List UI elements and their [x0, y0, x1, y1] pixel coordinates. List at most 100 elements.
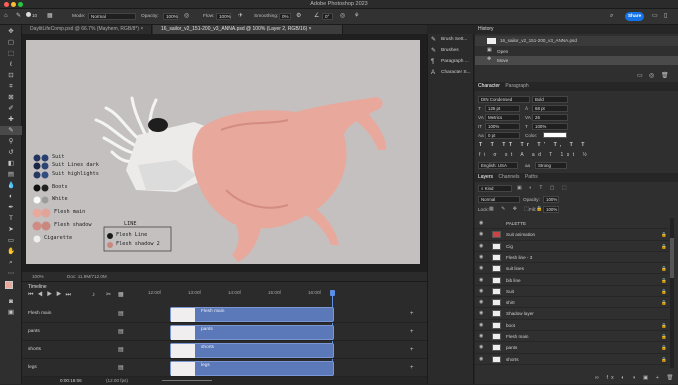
playback-controls[interactable]: ⏮◀▶▶⏭ — [28, 292, 75, 299]
visibility-eye-icon[interactable]: ◉ — [479, 275, 483, 286]
tab-paragraph[interactable]: Paragraph — [505, 83, 528, 89]
brush-tool-icon[interactable]: ✎ — [16, 13, 21, 19]
layer-filter-icons[interactable]: ▣ ◐ T ▢ ⬚ — [517, 185, 570, 191]
add-media-icon[interactable]: + — [410, 311, 414, 317]
layers-scrollbar[interactable] — [670, 218, 674, 368]
more-tools-icon[interactable]: ⋯ — [0, 269, 22, 278]
history-brush-tool-icon[interactable]: ↺ — [0, 148, 22, 157]
tracking-input[interactable]: 26 — [532, 114, 568, 121]
clip-shorts[interactable]: shorts — [170, 343, 334, 358]
track-menu-icon[interactable]: ▤ — [118, 347, 124, 353]
history-header[interactable]: History — [475, 25, 678, 34]
split-icon[interactable]: ✂ — [106, 292, 111, 298]
foreground-color-swatch[interactable] — [5, 281, 13, 289]
brush-size-preset[interactable]: 10 — [26, 12, 37, 18]
lock-icons[interactable]: ▦ ✎ ✥ ⬚ 🔒 — [489, 206, 546, 212]
layer-row[interactable]: ◉ shorts 🔒 — [475, 354, 669, 365]
opacity-input[interactable]: 100% — [163, 13, 178, 20]
clip-flesh-main[interactable]: Flesh main — [170, 307, 334, 322]
shape-tool-icon[interactable]: ▭ — [0, 236, 22, 245]
language-select[interactable]: English: USA — [478, 162, 518, 169]
layer-row[interactable]: ◉ Suit 🔒 — [475, 286, 669, 298]
fill-input[interactable]: 100% — [543, 206, 559, 213]
layer-row[interactable]: ◉ boot 🔒 — [475, 320, 669, 331]
layer-actions[interactable]: ∞ fx ◐ ◑ ▣ + 🗑 — [595, 375, 676, 381]
object-select-tool-icon[interactable]: ⊡ — [0, 71, 22, 80]
blur-tool-icon[interactable]: 💧 — [0, 181, 22, 190]
dock-brush-settings[interactable]: ✎ Brush Sett... — [428, 34, 475, 45]
brush-tool-icon-active[interactable]: ✎ — [0, 126, 22, 135]
dock-brushes[interactable]: ✎ Brushes — [428, 45, 475, 56]
visibility-eye-icon[interactable]: ◉ — [479, 229, 483, 240]
layer-row[interactable]: ◉ Flesh main 🔒 — [475, 331, 669, 343]
visibility-eye-icon[interactable]: ◉ — [479, 308, 483, 319]
share-button[interactable]: Share — [625, 12, 644, 21]
zoom-tool-icon[interactable]: ⌕ — [0, 258, 22, 267]
marquee-tool-icon[interactable]: ⬚ — [0, 49, 22, 58]
screen-mode-icon[interactable]: ▣ — [0, 308, 22, 317]
antialias-select[interactable]: Strong — [535, 162, 567, 169]
brush-settings-icon[interactable]: ▦ — [47, 13, 53, 19]
arrange-icon[interactable]: ▭ — [652, 13, 658, 19]
leading-input[interactable]: 68 pt — [532, 105, 568, 112]
visibility-eye-icon[interactable]: ◉ — [479, 331, 483, 342]
lasso-tool-icon[interactable]: ℓ — [0, 60, 22, 69]
dock-paragraph[interactable]: ¶ Paragraph ... — [428, 56, 475, 67]
dock-character-styles[interactable]: A Character S... — [428, 67, 475, 78]
quick-mask-icon[interactable]: ◙ — [0, 297, 22, 306]
clone-stamp-tool-icon[interactable]: ⚲ — [0, 137, 22, 146]
layer-row[interactable]: ◉ PALETTE — [475, 218, 669, 230]
doc-size[interactable]: Doc: 11.9M/712.0M — [67, 274, 107, 279]
smoothing-settings-icon[interactable]: ⚙ — [296, 13, 301, 19]
blend-mode-select[interactable]: Normal — [478, 196, 520, 203]
pen-tool-icon[interactable]: ✒ — [0, 203, 22, 212]
layer-row[interactable]: ◉ Flesh line - 3 — [475, 252, 669, 264]
visibility-eye-icon[interactable]: ◉ — [479, 342, 483, 353]
track-row[interactable]: legs ▤ legs + — [22, 360, 427, 377]
audio-icon[interactable]: ♪ — [92, 292, 95, 298]
visibility-eye-icon[interactable]: ◉ — [479, 286, 483, 297]
dodge-tool-icon[interactable]: ◐ — [0, 192, 22, 201]
delete-icon[interactable]: 🗑 — [661, 73, 669, 79]
baseline-shift-input[interactable]: 0 pt — [485, 132, 520, 139]
tab-channels[interactable]: Channels — [498, 174, 519, 180]
horizontal-scale-input[interactable]: 100% — [532, 123, 568, 130]
track-menu-icon[interactable]: ▤ — [118, 329, 124, 335]
workspace-icon[interactable]: ▯ — [664, 13, 667, 19]
layer-row[interactable]: ◉ shirt 🔒 — [475, 297, 669, 309]
opentype-buttons[interactable]: fi σ st A ad T 1st ½ — [479, 152, 590, 158]
gradient-tool-icon[interactable]: ▤ — [0, 170, 22, 179]
angle-input[interactable]: 0° — [322, 13, 333, 20]
eyedropper-tool-icon[interactable]: ✐ — [0, 104, 22, 113]
snapshot-icon[interactable]: ◎ — [649, 73, 654, 79]
history-step-move[interactable]: ✥ Move — [475, 56, 678, 65]
layer-opacity-input[interactable]: 100% — [543, 196, 559, 203]
track-menu-icon[interactable]: ▤ — [118, 311, 124, 317]
pressure-opacity-icon[interactable]: ◎ — [184, 13, 189, 19]
hand-tool-icon[interactable]: ✋ — [0, 247, 22, 256]
zoom-slider[interactable] — [162, 380, 212, 381]
frame-tool-icon[interactable]: ⊠ — [0, 93, 22, 102]
pressure-size-icon[interactable]: ◎ — [340, 13, 345, 19]
artboard-tool-icon[interactable]: ▢ — [0, 38, 22, 47]
add-media-icon[interactable]: + — [410, 347, 414, 353]
text-color-swatch[interactable] — [543, 132, 567, 138]
tab-paths[interactable]: Paths — [525, 174, 538, 180]
clip-pants[interactable]: pants — [170, 325, 334, 340]
layer-row[interactable]: ◉ Shadow layer — [475, 308, 669, 320]
document-canvas[interactable]: Suit Suit Lines dark Suit highlights Boo… — [26, 40, 420, 264]
font-style-select[interactable]: Bold — [532, 96, 568, 103]
add-media-icon[interactable]: + — [410, 365, 414, 371]
visibility-eye-icon[interactable]: ◉ — [479, 241, 483, 252]
path-select-tool-icon[interactable]: ➤ — [0, 225, 22, 234]
visibility-eye-icon[interactable]: ◉ — [479, 218, 483, 229]
visibility-eye-icon[interactable]: ◉ — [479, 263, 483, 274]
doc-tab-sailor[interactable]: 16_sailor_v2_151-200_v3_ANNA.psd @ 100% … — [153, 25, 343, 34]
crop-tool-icon[interactable]: ⌗ — [0, 82, 22, 91]
healing-brush-tool-icon[interactable]: ✚ — [0, 115, 22, 124]
layer-row[interactable]: ◉ Suit animation 🔒 — [475, 229, 669, 241]
doc-tab-daylit[interactable]: DaylitLifeComp.psd @ 66.7% (Mayhem, RGB/… — [22, 25, 152, 34]
tab-character[interactable]: Character — [478, 83, 500, 89]
font-family-select[interactable]: DIN Condensed — [478, 96, 530, 103]
history-snapshot[interactable]: 16_sailor_v2_151-200_v3_ANNA.psd — [475, 36, 678, 46]
